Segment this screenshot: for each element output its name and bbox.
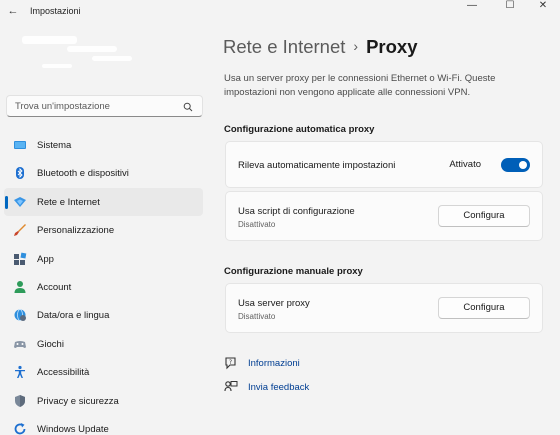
detect-settings-label: Rileva automaticamente impostazioni xyxy=(238,160,396,171)
svg-text:?: ? xyxy=(229,359,232,366)
sidebar-item-label: Rete e Internet xyxy=(37,196,100,208)
help-icon: ? xyxy=(225,357,236,370)
search-placeholder: Trova un'impostazione xyxy=(15,101,110,112)
sidebar-item-sistema[interactable]: Sistema xyxy=(4,131,203,159)
sidebar-item-label: Sistema xyxy=(37,140,72,151)
script-config-card: Usa script di configurazione Disattivato… xyxy=(225,191,543,241)
sidebar-item-bluetooth[interactable]: Bluetooth e dispositivi xyxy=(4,159,203,187)
sidebar-item-giochi[interactable]: Giochi xyxy=(4,330,203,358)
app-title: Impostazioni xyxy=(30,6,81,16)
script-configure-button[interactable]: Configura xyxy=(438,205,530,227)
shield-icon xyxy=(15,394,25,407)
script-config-status: Disattivato xyxy=(238,220,276,229)
sidebar-item-rete-internet[interactable]: Rete e Internet xyxy=(4,187,203,217)
close-button[interactable]: ✕ xyxy=(526,0,560,14)
proxy-server-card: Usa server proxy Disattivato Configura xyxy=(225,283,543,333)
proxy-server-status: Disattivato xyxy=(238,312,276,321)
monitor-icon xyxy=(14,141,26,149)
sidebar-item-label: Data/ora e lingua xyxy=(37,310,110,322)
sidebar-item-data-ora-lingua[interactable]: Data/ora e lingua xyxy=(4,301,203,329)
sidebar-item-label: Giochi xyxy=(37,338,64,350)
sidebar-item-label: Accessibilità xyxy=(37,367,90,379)
sidebar-item-label: Account xyxy=(37,281,72,293)
sidebar-item-account[interactable]: Account xyxy=(4,273,203,301)
sidebar-item-app[interactable]: App xyxy=(4,245,203,273)
section-title-auto: Configurazione automatica proxy xyxy=(224,124,375,135)
sidebar-item-personalizzazione[interactable]: Personalizzazione xyxy=(4,216,203,244)
network-icon xyxy=(14,196,26,207)
breadcrumb: Rete e Internet › Proxy xyxy=(223,36,417,58)
breadcrumb-parent[interactable]: Rete e Internet xyxy=(223,36,345,57)
section-title-manual: Configurazione manuale proxy xyxy=(224,266,363,277)
sidebar-item-label: Windows Update xyxy=(37,423,109,435)
brush-icon xyxy=(14,224,26,237)
search-icon xyxy=(183,102,193,112)
gamepad-icon xyxy=(14,340,26,348)
proxy-server-label: Usa server proxy xyxy=(238,298,310,309)
toggle-knob xyxy=(519,161,527,169)
detect-settings-card: Rileva automaticamente impostazioni Atti… xyxy=(225,141,543,188)
apps-icon xyxy=(14,252,27,265)
bluetooth-icon xyxy=(16,167,24,180)
update-icon xyxy=(14,422,26,435)
sidebar-item-label: App xyxy=(37,253,54,265)
feedback-icon xyxy=(224,381,238,392)
accessibility-icon xyxy=(15,366,25,379)
sidebar-item-privacy-sicurezza[interactable]: Privacy e sicurezza xyxy=(4,387,203,415)
title-bar: ← Impostazioni — ☐ ✕ xyxy=(0,0,560,24)
user-profile[interactable] xyxy=(22,34,142,74)
link-invia-feedback-label[interactable]: Invia feedback xyxy=(248,382,309,393)
minimize-button[interactable]: — xyxy=(455,0,489,14)
script-config-label: Usa script di configurazione xyxy=(238,206,355,217)
maximize-button[interactable]: ☐ xyxy=(493,0,527,14)
back-button[interactable]: ← xyxy=(5,3,21,19)
toggle-state-label: Attivato xyxy=(449,159,481,170)
link-informazioni-label[interactable]: Informazioni xyxy=(248,358,300,369)
sidebar-item-label: Privacy e sicurezza xyxy=(37,395,119,407)
person-icon xyxy=(14,280,26,293)
breadcrumb-separator: › xyxy=(353,38,359,54)
sidebar-item-accessibilita[interactable]: Accessibilità xyxy=(4,358,203,386)
proxy-configure-button[interactable]: Configura xyxy=(438,297,530,319)
page-description: Usa un server proxy per le connessioni E… xyxy=(224,73,496,98)
sidebar-item-label: Bluetooth e dispositivi xyxy=(37,168,129,180)
sidebar-nav: Sistema Bluetooth e dispositivi Rete e I… xyxy=(4,131,204,435)
detect-settings-toggle[interactable] xyxy=(501,158,530,172)
page-title: Proxy xyxy=(366,36,418,57)
search-input[interactable]: Trova un'impostazione xyxy=(6,95,203,117)
sidebar-item-label: Personalizzazione xyxy=(37,225,115,237)
globe-clock-icon xyxy=(14,309,26,322)
sidebar-item-windows-update[interactable]: Windows Update xyxy=(4,415,203,435)
